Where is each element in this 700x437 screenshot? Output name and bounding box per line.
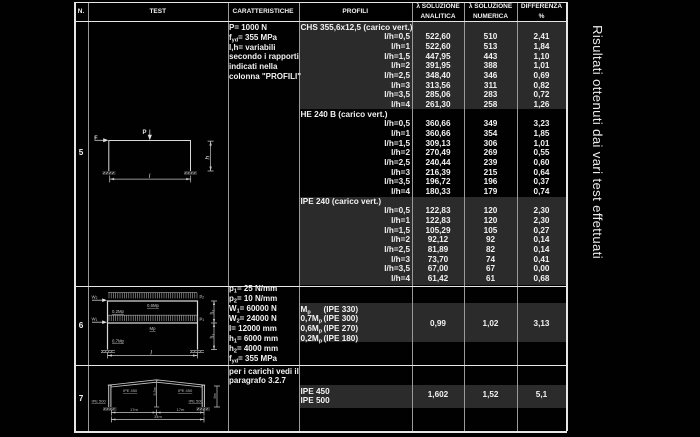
svg-text:IPE 450: IPE 450 bbox=[178, 388, 193, 393]
svg-text:p2: p2 bbox=[200, 294, 205, 300]
svg-text:h2: h2 bbox=[210, 310, 216, 315]
svg-text:P: P bbox=[143, 130, 147, 136]
svg-text:0,6Mp: 0,6Mp bbox=[147, 303, 160, 308]
svg-text:p1: p1 bbox=[200, 316, 205, 322]
svg-text:Mp: Mp bbox=[150, 326, 157, 331]
svg-text:IPE 500: IPE 500 bbox=[92, 399, 107, 404]
svg-text:IPE 500: IPE 500 bbox=[189, 399, 204, 404]
svg-text:W1: W1 bbox=[92, 316, 98, 322]
svg-text:h: h bbox=[205, 156, 212, 160]
svg-text:h1: h1 bbox=[210, 334, 216, 339]
svg-text:W2: W2 bbox=[92, 294, 98, 300]
svg-text:0,7Mp: 0,7Mp bbox=[112, 339, 125, 344]
svg-text:6,5m: 6,5m bbox=[153, 387, 157, 395]
svg-text:17m: 17m bbox=[130, 407, 138, 412]
svg-text:0,2Mp: 0,2Mp bbox=[112, 309, 125, 314]
svg-text:6m: 6m bbox=[213, 393, 217, 398]
svg-text:IPE 450: IPE 450 bbox=[123, 388, 138, 393]
svg-text:34m: 34m bbox=[154, 414, 162, 419]
svg-text:17m: 17m bbox=[177, 407, 185, 412]
svg-text:F: F bbox=[94, 136, 98, 142]
